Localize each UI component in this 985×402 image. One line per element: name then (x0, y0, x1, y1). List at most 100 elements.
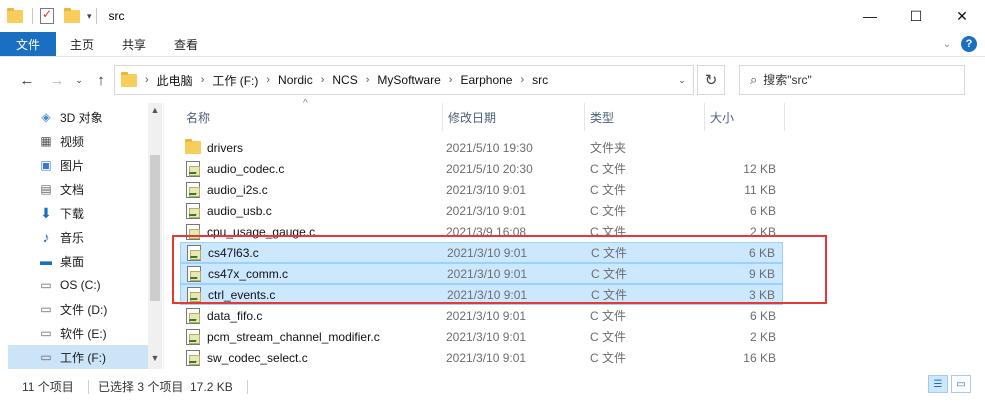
sidebar-item-3d-objects[interactable]: ◈ 3D 对象 (8, 105, 148, 129)
title-bar: ▾ src — ☐ ✕ (0, 0, 985, 32)
sidebar-item-label: 文档 (60, 182, 85, 197)
details-view-icon[interactable]: ☰ (928, 375, 948, 393)
navigation-pane: ◈ 3D 对象 ▦ 视频 ▣ 图片 ▤ 文档 ⬇ 下载 ♪ 音乐 ▬ 桌面 ▭ … (0, 103, 164, 369)
expand-ribbon-icon[interactable]: ⌄ (939, 36, 955, 52)
status-divider (88, 380, 89, 394)
breadcrumb-item[interactable]: Earphone (460, 73, 512, 87)
chevron-right-icon[interactable]: › (321, 74, 325, 86)
breadcrumb-item[interactable]: NCS (332, 73, 357, 87)
sidebar-item-label: 文件 (D:) (60, 302, 108, 317)
refresh-icon[interactable]: ↻ (697, 65, 725, 95)
breadcrumb-item[interactable]: 此电脑 (157, 72, 193, 89)
file-name-cell: audio_usb.c (185, 202, 272, 219)
sidebar-item-label: 软件 (E:) (60, 326, 107, 341)
sidebar-item-drive-f[interactable]: ▭ 工作 (F:) (8, 345, 148, 369)
sidebar-item-music[interactable]: ♪ 音乐 (8, 225, 148, 249)
forward-icon[interactable]: → (46, 69, 68, 91)
file-size: 6 KB (749, 308, 776, 323)
sidebar-item-label: OS (C:) (60, 278, 101, 292)
c-file-icon (185, 202, 201, 219)
column-header-name[interactable]: 名称 (180, 103, 442, 131)
customize-toolbar-dropdown-icon[interactable]: ▾ (87, 11, 92, 22)
chevron-right-icon[interactable]: › (366, 74, 370, 86)
file-row[interactable]: pcm_stream_channel_modifier.c 2021/3/10 9… (180, 326, 783, 347)
scrollbar-thumb[interactable] (150, 155, 160, 301)
search-input[interactable] (763, 73, 944, 87)
breadcrumb-item[interactable]: src (532, 73, 548, 87)
column-header-date[interactable]: 修改日期 (442, 103, 584, 131)
file-row[interactable]: data_fifo.c 2021/3/10 9:01 C 文件 6 KB (180, 305, 783, 326)
folder-icon (185, 139, 201, 156)
item-count: 11 个项目 (22, 379, 74, 394)
column-header-size[interactable]: 大小 (704, 103, 784, 131)
file-size: 12 KB (743, 161, 776, 176)
sidebar-item-desktop[interactable]: ▬ 桌面 (8, 249, 148, 273)
address-bar[interactable]: › 此电脑 › 工作 (F:) › Nordic › NCS › MySoftw… (114, 65, 694, 95)
breadcrumb-item[interactable]: Nordic (278, 73, 313, 87)
music-icon: ♪ (42, 229, 50, 245)
sidebar-item-label: 桌面 (60, 254, 85, 269)
chevron-right-icon[interactable]: › (201, 74, 205, 86)
column-divider[interactable] (784, 103, 785, 131)
file-type: C 文件 (590, 204, 627, 218)
file-name: audio_i2s.c (207, 182, 268, 197)
close-button[interactable]: ✕ (939, 0, 985, 32)
file-type: C 文件 (590, 330, 627, 344)
file-name-cell: audio_i2s.c (185, 181, 268, 198)
file-type: C 文件 (590, 162, 627, 176)
file-row[interactable]: sw_codec_select.c 2021/3/10 9:01 C 文件 16 KB (180, 347, 783, 368)
chevron-right-icon[interactable]: › (449, 74, 453, 86)
column-header-type[interactable]: 类型 (584, 103, 704, 131)
scroll-up-icon[interactable]: ▲ (148, 105, 162, 119)
tab-home[interactable]: 主页 (56, 32, 108, 56)
file-row[interactable]: audio_i2s.c 2021/3/10 9:01 C 文件 11 KB (180, 179, 783, 200)
file-date: 2021/3/10 9:01 (446, 329, 527, 344)
help-icon[interactable]: ? (961, 36, 977, 52)
breadcrumb-item[interactable]: 工作 (F:) (212, 72, 258, 89)
sidebar-item-label: 下载 (60, 206, 85, 221)
navigation-scrollbar[interactable]: ▲ ▼ (148, 103, 162, 369)
sidebar-item-drive-d[interactable]: ▭ 文件 (D:) (8, 297, 148, 321)
sidebar-item-video[interactable]: ▦ 视频 (8, 129, 148, 153)
status-bar: 11 个项目 已选择 3 个项目 17.2 KB ☰ ▭ (0, 370, 985, 402)
sidebar-item-downloads[interactable]: ⬇ 下载 (8, 201, 148, 225)
file-date: 2021/3/10 9:01 (446, 350, 527, 365)
up-icon[interactable]: ↑ (90, 69, 112, 91)
file-row[interactable]: drivers 2021/5/10 19:30 文件夹 (180, 137, 783, 158)
recent-locations-icon[interactable]: ⌄ (68, 69, 90, 91)
file-type: C 文件 (590, 309, 627, 323)
sidebar-item-documents[interactable]: ▤ 文档 (8, 177, 148, 201)
sidebar-item-drive-c[interactable]: ▭ OS (C:) (8, 273, 148, 297)
sidebar-item-label: 音乐 (60, 230, 85, 245)
sidebar-item-label: 工作 (F:) (60, 350, 106, 365)
scroll-down-icon[interactable]: ▼ (148, 353, 162, 367)
c-file-icon (185, 181, 201, 198)
chevron-right-icon[interactable]: › (266, 74, 270, 86)
file-size: 11 KB (744, 182, 776, 197)
maximize-button[interactable]: ☐ (893, 0, 939, 32)
file-row[interactable]: audio_usb.c 2021/3/10 9:01 C 文件 6 KB (180, 200, 783, 221)
sidebar-item-drive-e[interactable]: ▭ 软件 (E:) (8, 321, 148, 345)
file-row[interactable]: audio_codec.c 2021/5/10 20:30 C 文件 12 KB (180, 158, 783, 179)
folder-icon (121, 71, 137, 87)
minimize-button[interactable]: — (847, 0, 893, 32)
toolbar-divider (95, 8, 97, 24)
properties-icon[interactable] (40, 7, 58, 25)
tab-share[interactable]: 共享 (108, 32, 160, 56)
ribbon-tabs: 文件 主页 共享 查看 ⌄ ? (0, 32, 985, 56)
chevron-right-icon[interactable]: › (520, 74, 524, 86)
new-folder-icon[interactable] (64, 7, 82, 25)
chevron-right-icon[interactable]: › (145, 74, 149, 86)
search-box[interactable]: ⌕ (739, 65, 965, 95)
drive-icon: ▭ (40, 326, 52, 340)
tab-view[interactable]: 查看 (160, 32, 212, 56)
tab-file[interactable]: 文件 (0, 32, 56, 56)
3d-objects-icon: ◈ (41, 110, 51, 124)
address-dropdown-icon[interactable]: ⌄ (671, 66, 693, 94)
breadcrumb-item[interactable]: MySoftware (377, 73, 440, 87)
back-icon[interactable]: ← (16, 69, 38, 91)
file-size: 2 KB (749, 329, 776, 344)
sidebar-item-label: 视频 (60, 134, 85, 149)
sidebar-item-pictures[interactable]: ▣ 图片 (8, 153, 148, 177)
large-icons-view-icon[interactable]: ▭ (951, 375, 971, 393)
